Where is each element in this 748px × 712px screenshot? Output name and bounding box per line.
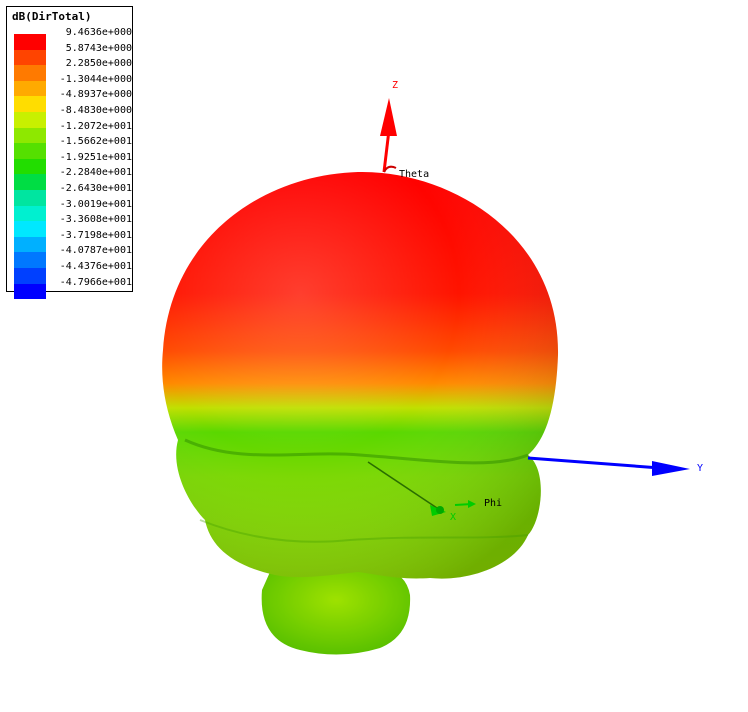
y-axis-label: Y (697, 463, 703, 474)
z-axis-arrowhead (380, 98, 397, 136)
x-axis-label: X (450, 512, 456, 523)
z-axis-line (382, 129, 391, 173)
y-axis-line (527, 456, 661, 470)
radiation-pattern-view: Z Theta Y Phi X (162, 80, 703, 655)
theta-label: Theta (399, 169, 429, 180)
y-axis-arrowhead (652, 461, 690, 476)
main-lobe (162, 171, 559, 579)
bottom-lobe (261, 563, 411, 655)
z-axis-label: Z (392, 80, 398, 91)
phi-label: Phi (484, 498, 502, 509)
